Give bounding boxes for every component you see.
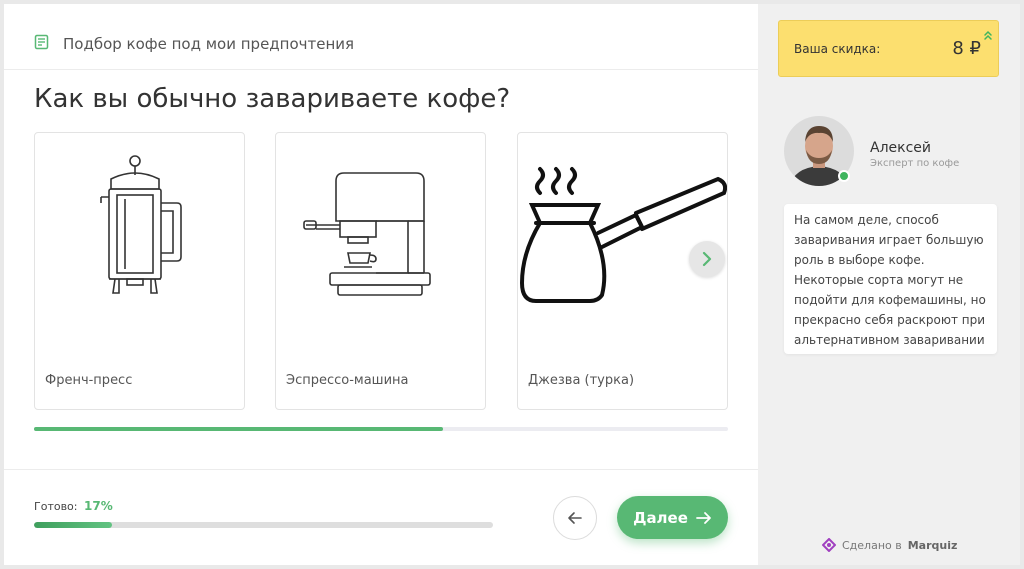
espresso-machine-icon: [303, 172, 431, 296]
made-in-marquiz-link[interactable]: Сделано в Marquiz: [822, 538, 957, 552]
expert-message: На самом деле, способ заваривания играет…: [784, 204, 997, 354]
option-card-espresso-machine[interactable]: Эспрессо-машина: [275, 132, 486, 410]
expert-role: Эксперт по кофе: [870, 158, 960, 169]
quiz-window: Подбор кофе под мои предпочтения Как вы …: [4, 4, 1020, 565]
quiz-footer: Готово: 17% Далее: [4, 469, 758, 565]
option-label: Френч-пресс: [45, 373, 133, 388]
quiz-main: Подбор кофе под мои предпочтения Как вы …: [4, 4, 758, 565]
discount-box: Ваша скидка: 8 ₽: [778, 20, 999, 77]
marquiz-logo-icon: [822, 538, 836, 552]
french-press-icon: [100, 155, 182, 294]
discount-label: Ваша скидка:: [794, 42, 881, 56]
expert-name: Алексей: [870, 140, 932, 156]
arrow-left-icon: [568, 512, 582, 524]
options-carousel: Френч-пресс Эспрессо-машина Джезва (турк…: [34, 132, 728, 410]
option-card-french-press[interactable]: Френч-пресс: [34, 132, 245, 410]
progress-bar: [34, 522, 493, 528]
discount-value: 8 ₽: [952, 38, 981, 59]
next-button[interactable]: Далее: [617, 496, 728, 539]
option-label: Эспрессо-машина: [286, 373, 409, 388]
progress-bar-fill: [34, 522, 113, 528]
carousel-scrollbar-fill: [34, 427, 444, 431]
quiz-sidebar: Ваша скидка: 8 ₽ Алексей Эксперт по кофе…: [758, 4, 1020, 565]
made-in-brand: Marquiz: [907, 538, 958, 552]
made-in-prefix: Сделано в: [842, 538, 902, 552]
arrow-right-icon: [696, 511, 711, 524]
online-status-dot: [838, 170, 850, 182]
question-title: Как вы обычно завариваете кофе?: [34, 84, 511, 114]
progress-label: Готово:: [34, 500, 78, 513]
chevron-right-icon: [702, 251, 712, 267]
quiz-title: Подбор кофе под мои предпочтения: [63, 35, 355, 53]
option-label: Джезва (турка): [528, 373, 635, 388]
carousel-scrollbar[interactable]: [34, 427, 728, 431]
carousel-next-button[interactable]: [689, 241, 725, 277]
progress-percent: 17%: [84, 499, 113, 513]
list-icon: [34, 34, 49, 50]
double-chevron-up-icon: [984, 30, 992, 40]
next-button-label: Далее: [633, 508, 688, 527]
quiz-header: Подбор кофе под мои предпочтения: [4, 4, 758, 70]
back-button[interactable]: [553, 496, 597, 540]
expert-message-text: На самом деле, способ заваривания играет…: [794, 213, 986, 347]
